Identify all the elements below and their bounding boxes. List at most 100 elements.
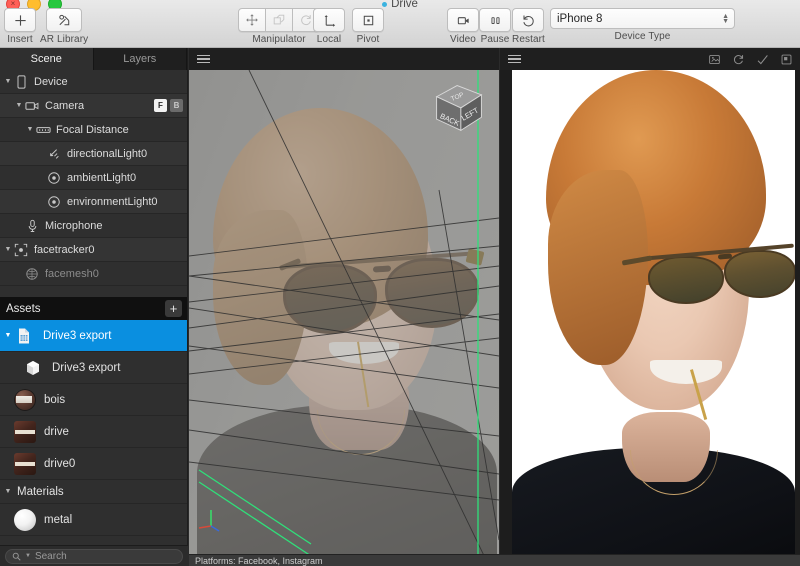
local-axis-button[interactable] — [313, 8, 345, 32]
video-button[interactable] — [447, 8, 479, 32]
microphone-icon — [24, 218, 40, 234]
orientation-cube-gizmo[interactable]: TOP BACK LEFT — [431, 78, 487, 136]
move-icon — [246, 14, 258, 26]
insert-group: Insert — [4, 8, 36, 45]
scene-tree-row-directionallight0[interactable]: ▼ directionalLight0 — [0, 142, 187, 166]
twisty-open-icon[interactable]: ▼ — [14, 102, 24, 109]
scene-tree-row-camera[interactable]: ▼ Camera F B — [0, 94, 187, 118]
search-scope-chevron-icon[interactable]: ▼ — [25, 553, 31, 559]
plus-icon — [14, 14, 26, 26]
insert-button[interactable] — [4, 8, 36, 32]
twisty-open-icon[interactable]: ▼ — [3, 78, 13, 85]
pause-button[interactable] — [479, 8, 511, 32]
preview-lens-right — [724, 250, 795, 298]
manipulator-move-button[interactable] — [238, 8, 266, 32]
restart-button[interactable] — [512, 8, 545, 32]
asset-row-bois[interactable]: bois — [0, 384, 187, 416]
checkmark-icon[interactable] — [756, 53, 769, 66]
ar-library-button[interactable] — [46, 8, 83, 32]
scene-tree-label: Microphone — [45, 219, 103, 232]
preview-toolbar-actions — [708, 48, 793, 70]
camera-feed-face: TOP BACK LEFT — [189, 70, 499, 566]
camera-icon — [24, 98, 40, 114]
search-icon — [12, 552, 21, 561]
twisty-placeholder: ▼ — [36, 150, 46, 157]
scene-tree-row-focal-distance[interactable]: ▼ Focal Distance — [0, 118, 187, 142]
scene-tree-label: environmentLight0 — [67, 195, 158, 208]
status-bar-text: Platforms: Facebook, Instagram — [195, 555, 323, 566]
assets-list: ▼ Drive3 export Drive3 export bois drive… — [0, 320, 187, 555]
asset-row-metal[interactable]: metal — [0, 504, 187, 536]
scene-tree-label: directionalLight0 — [67, 147, 148, 160]
twisty-placeholder: ▼ — [36, 174, 46, 181]
scene-tree: ▼ Device ▼ Camera F B ▼ Focal Distance d… — [0, 70, 187, 297]
preview-canvas[interactable] — [512, 70, 795, 566]
twisty-open-icon[interactable]: ▼ — [3, 246, 13, 253]
twisty-open-icon[interactable]: ▼ — [3, 488, 13, 495]
search-input[interactable]: ▼ Search — [5, 548, 183, 564]
scene-tree-row-environmentlight0[interactable]: ▼ environmentLight0 — [0, 190, 187, 214]
window-title-text: Drive — [391, 0, 418, 10]
pivot-icon — [363, 15, 373, 25]
asset-label: Drive3 export — [43, 329, 112, 342]
asset-row-drive3-export-group[interactable]: ▼ Drive3 export — [0, 320, 187, 352]
hamburger-menu-icon[interactable] — [508, 54, 521, 64]
export-file-icon — [13, 325, 35, 347]
scene-tree-row-microphone[interactable]: ▼ Microphone — [0, 214, 187, 238]
texture-icon — [14, 388, 36, 411]
twisty-placeholder: ▼ — [36, 198, 46, 205]
pause-icon — [490, 16, 500, 24]
scene-viewport-panel: TOP BACK LEFT — [189, 48, 499, 566]
status-bar: Platforms: Facebook, Instagram — [189, 554, 800, 566]
scene-tree-row-facemesh0[interactable]: ▼ facemesh0 — [0, 262, 187, 286]
twisty-open-icon[interactable]: ▼ — [25, 126, 35, 133]
tab-layers[interactable]: Layers — [94, 48, 187, 70]
asset-row-drive[interactable]: drive — [0, 416, 187, 448]
video-label: Video — [450, 34, 476, 45]
asset-row-drive3-export-mesh[interactable]: Drive3 export — [0, 352, 187, 384]
add-asset-button[interactable]: + — [165, 300, 182, 317]
hamburger-menu-icon[interactable] — [197, 54, 210, 64]
scene-tree-row-device[interactable]: ▼ Device — [0, 70, 187, 94]
asset-row-materials-folder[interactable]: ▼ Materials — [0, 480, 187, 504]
mesh-cube-icon — [22, 357, 44, 379]
refresh-icon[interactable] — [732, 53, 745, 66]
device-preview-panel — [500, 48, 800, 566]
device-icon — [13, 74, 29, 90]
scene-tree-row-facetracker0[interactable]: ▼ facetracker0 — [0, 238, 187, 262]
camera-front-badge[interactable]: F — [154, 99, 167, 112]
scene-tree-label: ambientLight0 — [67, 171, 137, 184]
tab-scene-label: Scene — [30, 53, 62, 65]
chevron-updown-icon: ▲ ▼ — [722, 12, 729, 25]
pivot-button[interactable] — [352, 8, 384, 32]
device-type-select[interactable]: iPhone 8 ▲ ▼ — [550, 8, 735, 29]
camera-facing-badges: F B — [154, 99, 183, 112]
scene-viewport-canvas[interactable]: TOP BACK LEFT — [189, 70, 499, 566]
asset-label: drive0 — [44, 457, 76, 470]
manipulator-group: Manipulator — [238, 8, 320, 45]
environment-light-icon — [46, 194, 62, 210]
camera-back-badge[interactable]: B — [170, 99, 183, 112]
asset-row-drive0[interactable]: drive0 — [0, 448, 187, 480]
preview-lens-left — [648, 256, 724, 304]
send-to-device-icon[interactable] — [780, 53, 793, 66]
screenshot-icon[interactable] — [708, 53, 721, 66]
scene-tree-row-ambientlight0[interactable]: ▼ ambientLight0 — [0, 166, 187, 190]
scene-tree-label: Device — [34, 75, 68, 88]
scene-tree-label: Focal Distance — [56, 123, 129, 136]
twisty-open-icon[interactable]: ▼ — [3, 332, 13, 339]
viewport-toolbar — [189, 48, 499, 70]
video-group: Video — [447, 8, 479, 45]
assets-header: Assets + — [0, 297, 187, 320]
preview-sunglasses — [600, 242, 795, 312]
sidebar-search-bar: ▼ Search — [0, 545, 188, 566]
manipulator-scale-button[interactable] — [266, 8, 293, 32]
tab-scene[interactable]: Scene — [0, 48, 94, 70]
asset-label: bois — [44, 393, 66, 406]
scene-tree-label: facemesh0 — [45, 267, 99, 280]
asset-label: Materials — [17, 485, 64, 498]
window-titlebar: × Drive Insert AR Library Manipulator Lo… — [0, 0, 800, 48]
focal-distance-icon — [35, 122, 51, 138]
ar-library-icon — [58, 14, 69, 25]
asset-label: drive — [44, 425, 69, 438]
